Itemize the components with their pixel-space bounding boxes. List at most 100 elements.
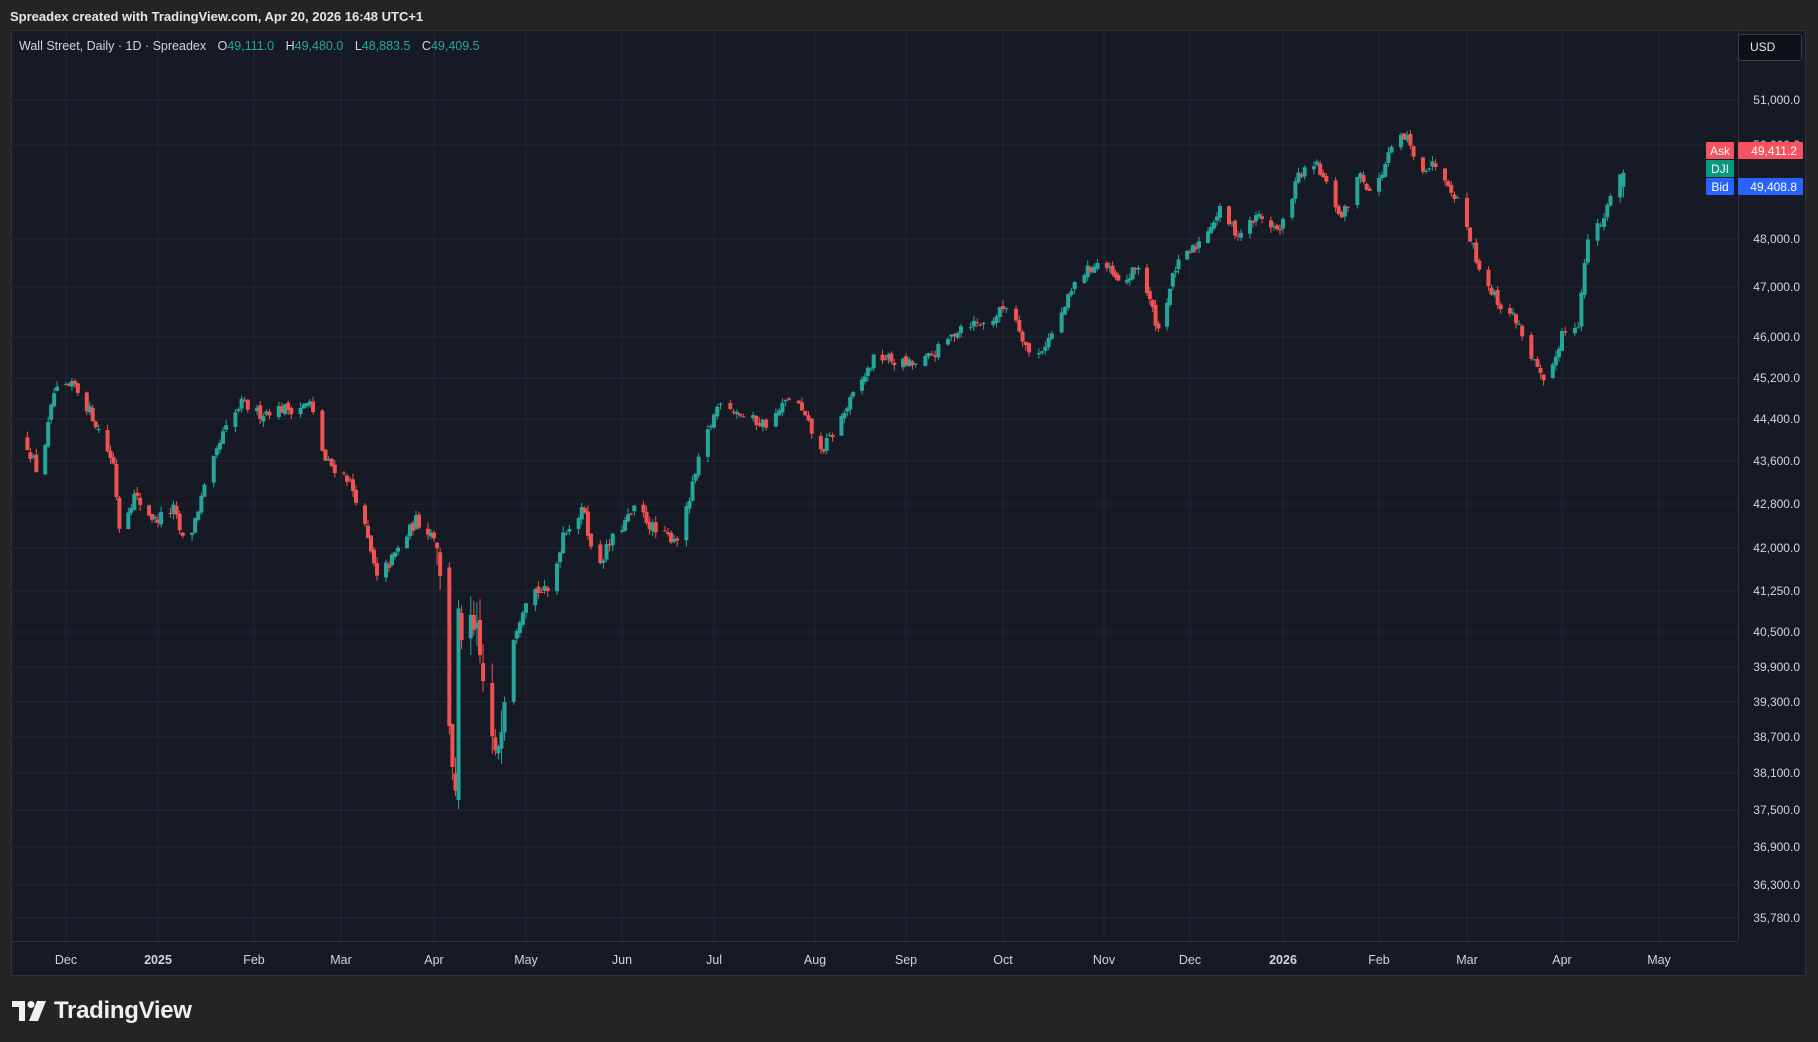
candle-body <box>332 464 337 474</box>
candle-body <box>1520 325 1525 337</box>
candle-body <box>267 411 272 416</box>
candle-body <box>764 419 769 428</box>
candle-body <box>1311 166 1316 170</box>
candle-body <box>1498 304 1503 310</box>
candle-body <box>1386 152 1391 164</box>
candle-body <box>1218 206 1222 218</box>
candle-body <box>564 533 569 535</box>
candle-body <box>653 521 658 533</box>
candle-body <box>199 495 204 513</box>
tradingview-logo-icon <box>12 1001 46 1021</box>
candle-body <box>96 428 101 430</box>
y-tick-label: 39,900.0 <box>1753 660 1800 674</box>
candle-body <box>49 404 54 420</box>
candle-body <box>108 450 113 459</box>
candle-body <box>1605 204 1610 218</box>
candle-body <box>481 663 486 682</box>
candle-body <box>1468 227 1473 242</box>
candle-body <box>490 683 495 737</box>
price-tag-bid-label: Bid <box>1711 180 1728 194</box>
y-tick-label: 45,200.0 <box>1753 371 1800 385</box>
low-value: 48,883.5 <box>361 39 411 53</box>
candle-body <box>1046 337 1051 348</box>
candle-body <box>1260 216 1264 219</box>
candle-body <box>1538 367 1543 373</box>
candle-body <box>447 567 452 727</box>
candle-body <box>1239 232 1243 238</box>
x-tick-label: Feb <box>243 953 265 967</box>
y-tick-label: 35,780.0 <box>1753 911 1800 925</box>
candle-body <box>958 326 963 334</box>
candle-body <box>1449 184 1454 193</box>
candle-body <box>342 472 346 474</box>
y-tick-label: 37,500.0 <box>1753 803 1800 817</box>
candle-body <box>824 438 829 451</box>
candle-body <box>1170 273 1175 287</box>
candle-body <box>848 397 853 410</box>
candle-body <box>1333 180 1338 208</box>
x-tick-label: Mar <box>330 953 352 967</box>
candle-body <box>1020 331 1025 342</box>
candle-body <box>450 724 455 768</box>
close-value: 49,409.5 <box>430 39 480 53</box>
candle-body <box>818 435 823 450</box>
candle-body <box>1455 197 1460 199</box>
candle-body <box>372 549 376 564</box>
candle-body <box>224 425 229 430</box>
candle-body <box>783 399 788 402</box>
candlestick-chart[interactable]: 51,000.050,000.048,000.047,000.046,000.0… <box>0 0 1818 1042</box>
price-tag-bid-value: 49,408.8 <box>1750 180 1797 194</box>
candle-body <box>712 414 716 428</box>
candle-body <box>738 413 743 416</box>
candle-body <box>1296 172 1301 183</box>
y-tick-label: 42,000.0 <box>1753 541 1800 555</box>
currency-button[interactable]: USD <box>1738 34 1802 61</box>
candle-body <box>417 514 421 528</box>
candle-body <box>1465 197 1469 227</box>
candle-body <box>1043 346 1048 351</box>
candle-body <box>1185 250 1190 260</box>
candle-body <box>159 511 164 525</box>
candle-body <box>1514 314 1519 324</box>
candle-body <box>728 403 733 410</box>
candle-body <box>93 421 98 428</box>
candle-body <box>217 442 222 450</box>
symbol-name[interactable]: Wall Street, Daily · 1D · Spreadex <box>19 39 206 53</box>
candle-body <box>193 518 198 533</box>
candle-body <box>135 492 140 496</box>
candle-body <box>871 354 876 369</box>
candle-body <box>323 449 328 461</box>
candle-body <box>117 497 122 529</box>
open-label: O <box>217 39 228 53</box>
candle-body <box>1443 168 1447 181</box>
tradingview-logo[interactable]: TradingView <box>12 996 192 1026</box>
candle-body <box>1477 260 1482 270</box>
candle-body <box>539 591 544 593</box>
candle-body <box>245 399 250 410</box>
y-tick-label: 41,250.0 <box>1753 584 1800 598</box>
candle-body <box>289 407 294 415</box>
candle-body <box>862 376 867 382</box>
price-tag-ask-label: Ask <box>1710 144 1731 158</box>
y-tick-label: 48,000.0 <box>1753 232 1800 246</box>
candle-body <box>780 402 785 413</box>
x-tick-label: Apr <box>424 953 443 967</box>
candle-body <box>1355 177 1360 205</box>
candle-body <box>1377 177 1381 192</box>
candle-body <box>883 359 888 361</box>
candle-body <box>405 536 409 549</box>
candle-body <box>1550 364 1555 379</box>
candle-body <box>180 532 185 537</box>
open-value: 49,111.0 <box>227 39 275 53</box>
candle-body <box>1059 312 1064 333</box>
candle-body <box>396 547 400 552</box>
candle-body <box>478 619 482 656</box>
high-value: 49,480.0 <box>294 39 344 53</box>
candle-body <box>675 538 680 541</box>
candle-body <box>111 456 116 464</box>
candle-body <box>1361 174 1366 183</box>
candle-body <box>1233 220 1237 236</box>
candle-body <box>1474 242 1479 263</box>
candle-body <box>803 410 808 416</box>
candle-body <box>233 412 238 427</box>
